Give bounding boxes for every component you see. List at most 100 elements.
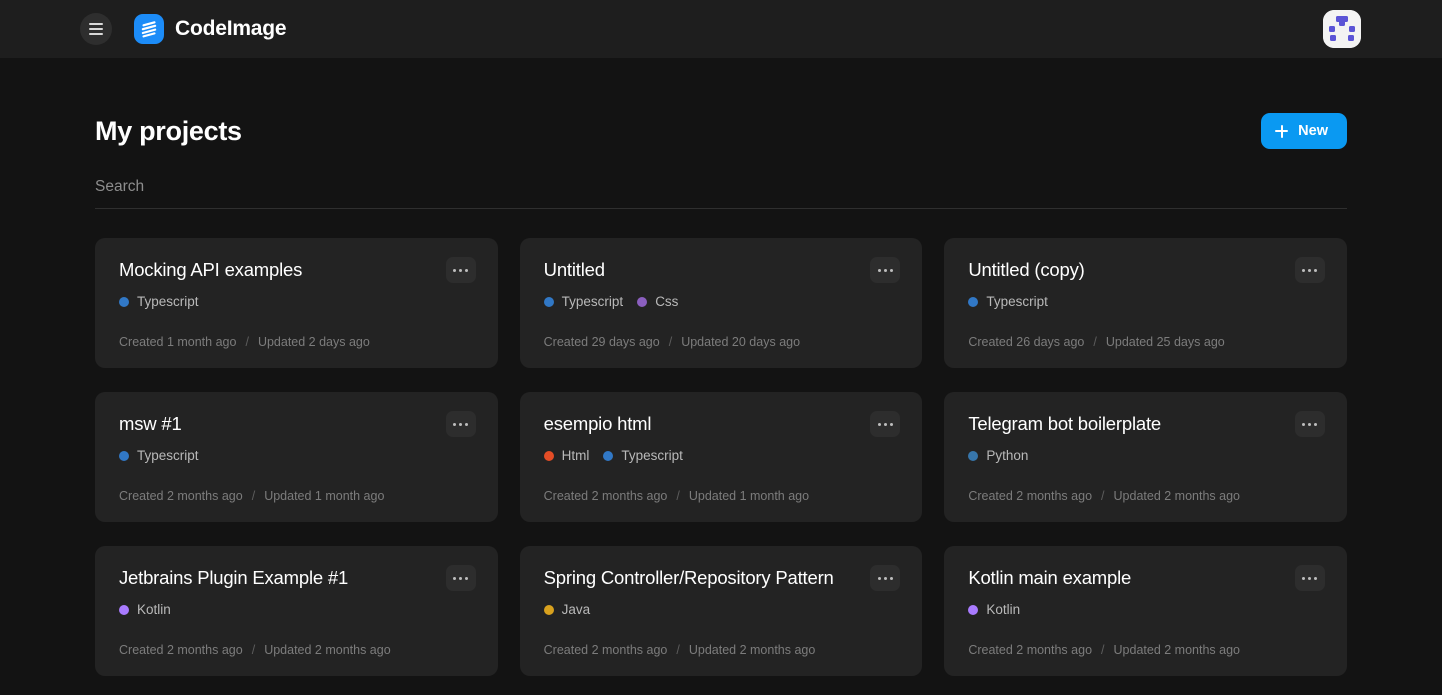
more-options-icon-dot (453, 423, 456, 426)
language-tag: Kotlin (968, 602, 1020, 617)
project-timestamps: Created 2 months ago/Updated 1 month ago (544, 489, 809, 503)
projects-grid: Mocking API examplesTypescriptCreated 1 … (95, 238, 1347, 676)
project-languages: Kotlin (119, 602, 476, 617)
language-name: Kotlin (986, 602, 1020, 617)
hamburger-icon-line (89, 23, 103, 25)
language-name: Typescript (986, 294, 1048, 309)
project-updated-text: Updated 25 days ago (1106, 335, 1225, 349)
language-name: Css (655, 294, 678, 309)
project-more-options-button[interactable] (446, 565, 476, 591)
project-more-options-button[interactable] (870, 257, 900, 283)
language-tag: Html (544, 448, 590, 463)
timestamp-separator: / (1101, 643, 1104, 657)
project-title: Mocking API examples (119, 258, 302, 282)
project-updated-text: Updated 20 days ago (681, 335, 800, 349)
project-created-text: Created 2 months ago (544, 489, 668, 503)
language-name: Html (562, 448, 590, 463)
project-timestamps: Created 26 days ago/Updated 25 days ago (968, 335, 1224, 349)
project-more-options-button[interactable] (870, 565, 900, 591)
more-options-icon-dot (878, 423, 881, 426)
more-options-icon-dot (878, 269, 881, 272)
language-name: Python (986, 448, 1028, 463)
timestamp-separator: / (676, 643, 679, 657)
project-more-options-button[interactable] (1295, 411, 1325, 437)
timestamp-separator: / (252, 489, 255, 503)
project-card[interactable]: msw #1 Typescript Created 2 months ago/Upd… (95, 392, 498, 522)
hamburger-icon-line (89, 28, 103, 30)
project-timestamps: Created 2 months ago/Updated 2 months ag… (119, 643, 391, 657)
project-languages: Java (544, 602, 901, 617)
language-color-dot (603, 451, 613, 461)
project-card[interactable]: UntitledTypescriptCssCreated 29 days ago… (520, 238, 923, 368)
project-more-options-button[interactable] (1295, 565, 1325, 591)
project-more-options-button[interactable] (870, 411, 900, 437)
user-avatar[interactable] (1323, 10, 1361, 48)
language-name: Kotlin (137, 602, 171, 617)
timestamp-separator: / (1101, 489, 1104, 503)
project-card-header: Jetbrains Plugin Example #1 (119, 566, 476, 591)
project-card[interactable]: esempio htmlHtmlTypescriptCreated 2 mont… (520, 392, 923, 522)
language-tag: Typescript (968, 294, 1048, 309)
language-tag: Typescript (119, 448, 199, 463)
project-card[interactable]: Spring Controller/Repository Pattern Java… (520, 546, 923, 676)
hamburger-icon-line (89, 33, 103, 35)
language-tag: Typescript (119, 294, 199, 309)
project-more-options-button[interactable] (446, 411, 476, 437)
language-tag: Kotlin (119, 602, 171, 617)
main-content: My projects New Mocking API examples Type… (0, 100, 1442, 676)
project-card-header: Kotlin main example (968, 566, 1325, 591)
project-title: Jetbrains Plugin Example #1 (119, 566, 348, 590)
project-card-header: Telegram bot boilerplate (968, 412, 1325, 437)
new-project-button[interactable]: New (1261, 113, 1347, 149)
project-created-text: Created 2 months ago (968, 489, 1092, 503)
more-options-icon-dot (878, 577, 881, 580)
more-options-icon-dot (884, 577, 887, 580)
language-color-dot (968, 451, 978, 461)
more-options-icon-dot (459, 269, 462, 272)
project-more-options-button[interactable] (1295, 257, 1325, 283)
language-tag: Typescript (544, 294, 624, 309)
language-name: Typescript (137, 448, 199, 463)
project-updated-text: Updated 2 days ago (258, 335, 370, 349)
project-created-text: Created 2 months ago (968, 643, 1092, 657)
project-timestamps: Created 2 months ago/Updated 2 months ag… (968, 489, 1240, 503)
timestamp-separator: / (252, 643, 255, 657)
language-color-dot (637, 297, 647, 307)
timestamp-separator: / (669, 335, 672, 349)
more-options-icon-dot (465, 577, 468, 580)
project-card-header: msw #1 (119, 412, 476, 437)
timestamp-separator: / (1093, 335, 1096, 349)
project-updated-text: Updated 2 months ago (1114, 643, 1240, 657)
project-created-text: Created 2 months ago (119, 643, 243, 657)
language-color-dot (119, 451, 129, 461)
language-color-dot (544, 297, 554, 307)
project-title: Telegram bot boilerplate (968, 412, 1161, 436)
language-tag: Java (544, 602, 591, 617)
project-updated-text: Updated 2 months ago (689, 643, 815, 657)
project-title: msw #1 (119, 412, 182, 436)
project-card[interactable]: Jetbrains Plugin Example #1 Kotlin Created… (95, 546, 498, 676)
language-color-dot (119, 605, 129, 615)
search-input[interactable] (95, 176, 1347, 198)
language-color-dot (119, 297, 129, 307)
app-header: CodeImage (0, 0, 1442, 58)
project-card-header: Untitled (copy) (968, 258, 1325, 283)
brand[interactable]: CodeImage (134, 14, 286, 44)
project-languages: Typescript Css (544, 294, 901, 309)
project-more-options-button[interactable] (446, 257, 476, 283)
project-card[interactable]: Mocking API examplesTypescriptCreated 1 … (95, 238, 498, 368)
hamburger-menu-button[interactable] (80, 13, 112, 45)
language-color-dot (968, 605, 978, 615)
language-tag: Typescript (603, 448, 683, 463)
project-card[interactable]: Untitled (copy)TypescriptCreated 26 days… (944, 238, 1347, 368)
project-timestamps: Created 2 months ago/Updated 1 month ago (119, 489, 384, 503)
project-card[interactable]: Telegram bot boilerplate Python Created 2 … (944, 392, 1347, 522)
more-options-icon-dot (1302, 423, 1305, 426)
page-title: My projects (95, 116, 242, 147)
more-options-icon-dot (465, 423, 468, 426)
project-card[interactable]: Kotlin main example Kotlin Created 2 month… (944, 546, 1347, 676)
project-title: Spring Controller/Repository Pattern (544, 566, 834, 590)
more-options-icon-dot (453, 577, 456, 580)
project-card-header: Untitled (544, 258, 901, 283)
project-languages: Html Typescript (544, 448, 901, 463)
